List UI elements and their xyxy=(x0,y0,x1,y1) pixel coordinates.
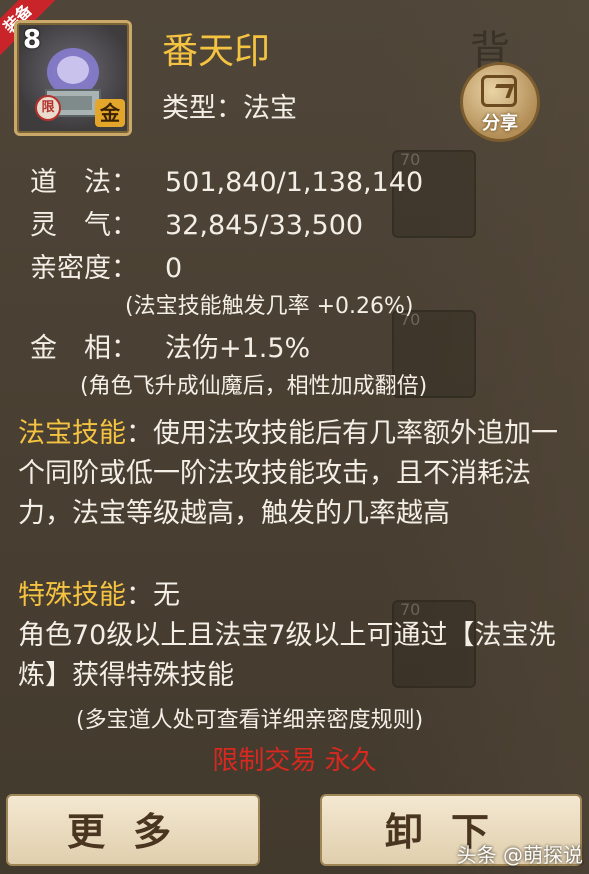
special-skill-note: (多宝道人处可查看详细亲密度规则) xyxy=(76,708,424,733)
stat-row-lingqi: 灵 气： 32,845/33,500 xyxy=(30,203,363,242)
intimacy-note: (法宝技能触发几率 +0.26%) xyxy=(125,294,414,319)
special-skill-value: ：无 xyxy=(126,580,180,611)
stat-label: 亲密度： xyxy=(30,253,138,284)
stat-row-daofa: 道 法： 501,840/1,138,140 xyxy=(30,160,423,199)
grade-badge: 金 xyxy=(95,99,125,127)
stat-value: 0 xyxy=(165,253,183,284)
stat-label: 灵 气： xyxy=(30,210,138,241)
item-type: 类型：法宝 xyxy=(162,93,297,124)
share-label: 分享 xyxy=(482,113,518,134)
stat-label: 道 法： xyxy=(30,167,138,198)
share-button[interactable]: 分享 xyxy=(460,62,540,142)
stat-value: 32,845/33,500 xyxy=(165,210,364,241)
skill-title: 法宝技能 xyxy=(18,418,126,449)
special-skill: 特殊技能：无 xyxy=(18,576,573,616)
more-button[interactable]: 更多 xyxy=(6,794,260,866)
stat-row-intimacy: 亲密度： 0 xyxy=(30,246,182,285)
skill-description: 法宝技能：使用法攻技能后有几率额外追加一个同阶或低一阶法攻技能攻击，且不消耗法力… xyxy=(18,414,573,534)
special-skill-title: 特殊技能 xyxy=(18,580,126,611)
share-icon xyxy=(481,75,517,107)
stat-row-gold-affinity: 金 相： 法伤+1.5% xyxy=(30,326,310,365)
stat-value: 501,840/1,138,140 xyxy=(165,167,424,198)
trade-restriction: 限制交易 永久 xyxy=(212,746,377,776)
stat-value: 法伤+1.5% xyxy=(165,333,311,364)
stat-label: 金 相： xyxy=(30,333,138,364)
gold-affinity-note: (角色飞升成仙魔后，相性加成翻倍) xyxy=(80,374,428,399)
special-skill-text: 角色70级以上且法宝7级以上可通过【法宝洗炼】获得特殊技能 xyxy=(18,620,556,691)
restricted-seal-icon: 限 xyxy=(35,95,61,121)
watermark: 头条 @萌探说 xyxy=(456,843,583,867)
item-icon-frame[interactable]: 8 限 金 xyxy=(14,20,132,136)
item-name: 番天印 xyxy=(162,31,271,72)
